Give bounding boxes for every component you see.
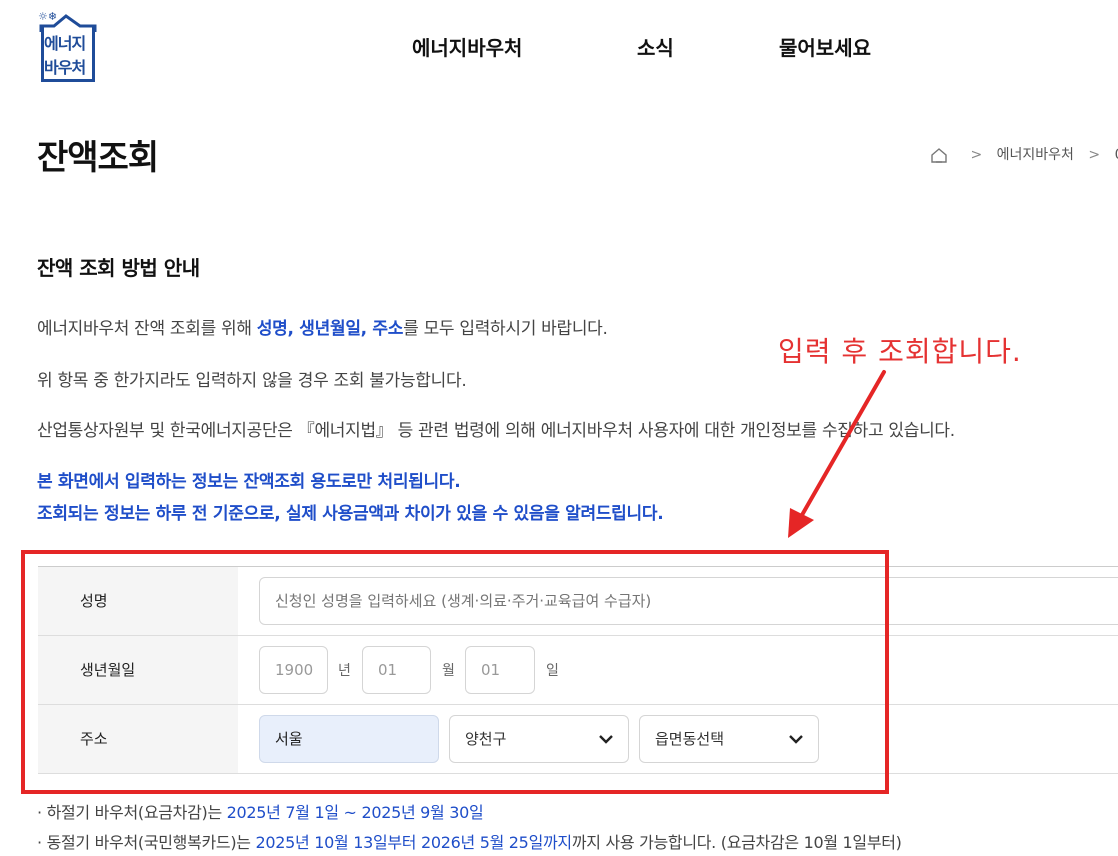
highlight-box	[21, 550, 889, 794]
nav-item-energy-voucher[interactable]: 에너지바우처	[412, 32, 522, 61]
required-fields-highlight: 성명, 생년월일, 주소	[256, 319, 404, 339]
nav-item-faq[interactable]: 물어보세요	[779, 32, 871, 61]
annotation-arrow-icon	[788, 370, 886, 538]
notice-line-2: 조회되는 정보는 하루 전 기준으로, 실제 사용금액과 차이가 있을 수 있음…	[37, 504, 664, 524]
description-line-1: 에너지바우처 잔액 조회를 위해 성명, 생년월일, 주소를 모두 입력하시기 …	[37, 319, 608, 339]
breadcrumb-item-current[interactable]: 0	[1115, 147, 1118, 163]
summer-voucher-note: · 하절기 바우처(요금차감)는 2025년 7월 1일 ~ 2025년 9월 …	[37, 803, 484, 822]
page-title: 잔액조회	[37, 138, 159, 178]
chevron-right-icon: >	[1088, 147, 1101, 163]
breadcrumb-item-energy-voucher[interactable]: 에너지바우처	[997, 147, 1074, 163]
chevron-right-icon: >	[970, 147, 983, 163]
breadcrumb: > 에너지바우처 > 0	[930, 144, 1118, 164]
notice-line-1: 본 화면에서 입력하는 정보는 잔액조회 용도로만 처리됩니다.	[37, 472, 461, 492]
section-title: 잔액 조회 방법 안내	[37, 256, 200, 280]
nav-item-news[interactable]: 소식	[637, 32, 674, 61]
home-icon[interactable]	[930, 146, 948, 164]
description-line-2: 위 항목 중 한가지라도 입력하지 않을 경우 조회 불가능합니다.	[37, 371, 467, 391]
main-nav: 에너지바우처 소식 물어보세요	[0, 32, 1118, 62]
winter-voucher-note: · 동절기 바우처(국민행복카드)는 2025년 10월 13일부터 2026년…	[37, 833, 902, 852]
